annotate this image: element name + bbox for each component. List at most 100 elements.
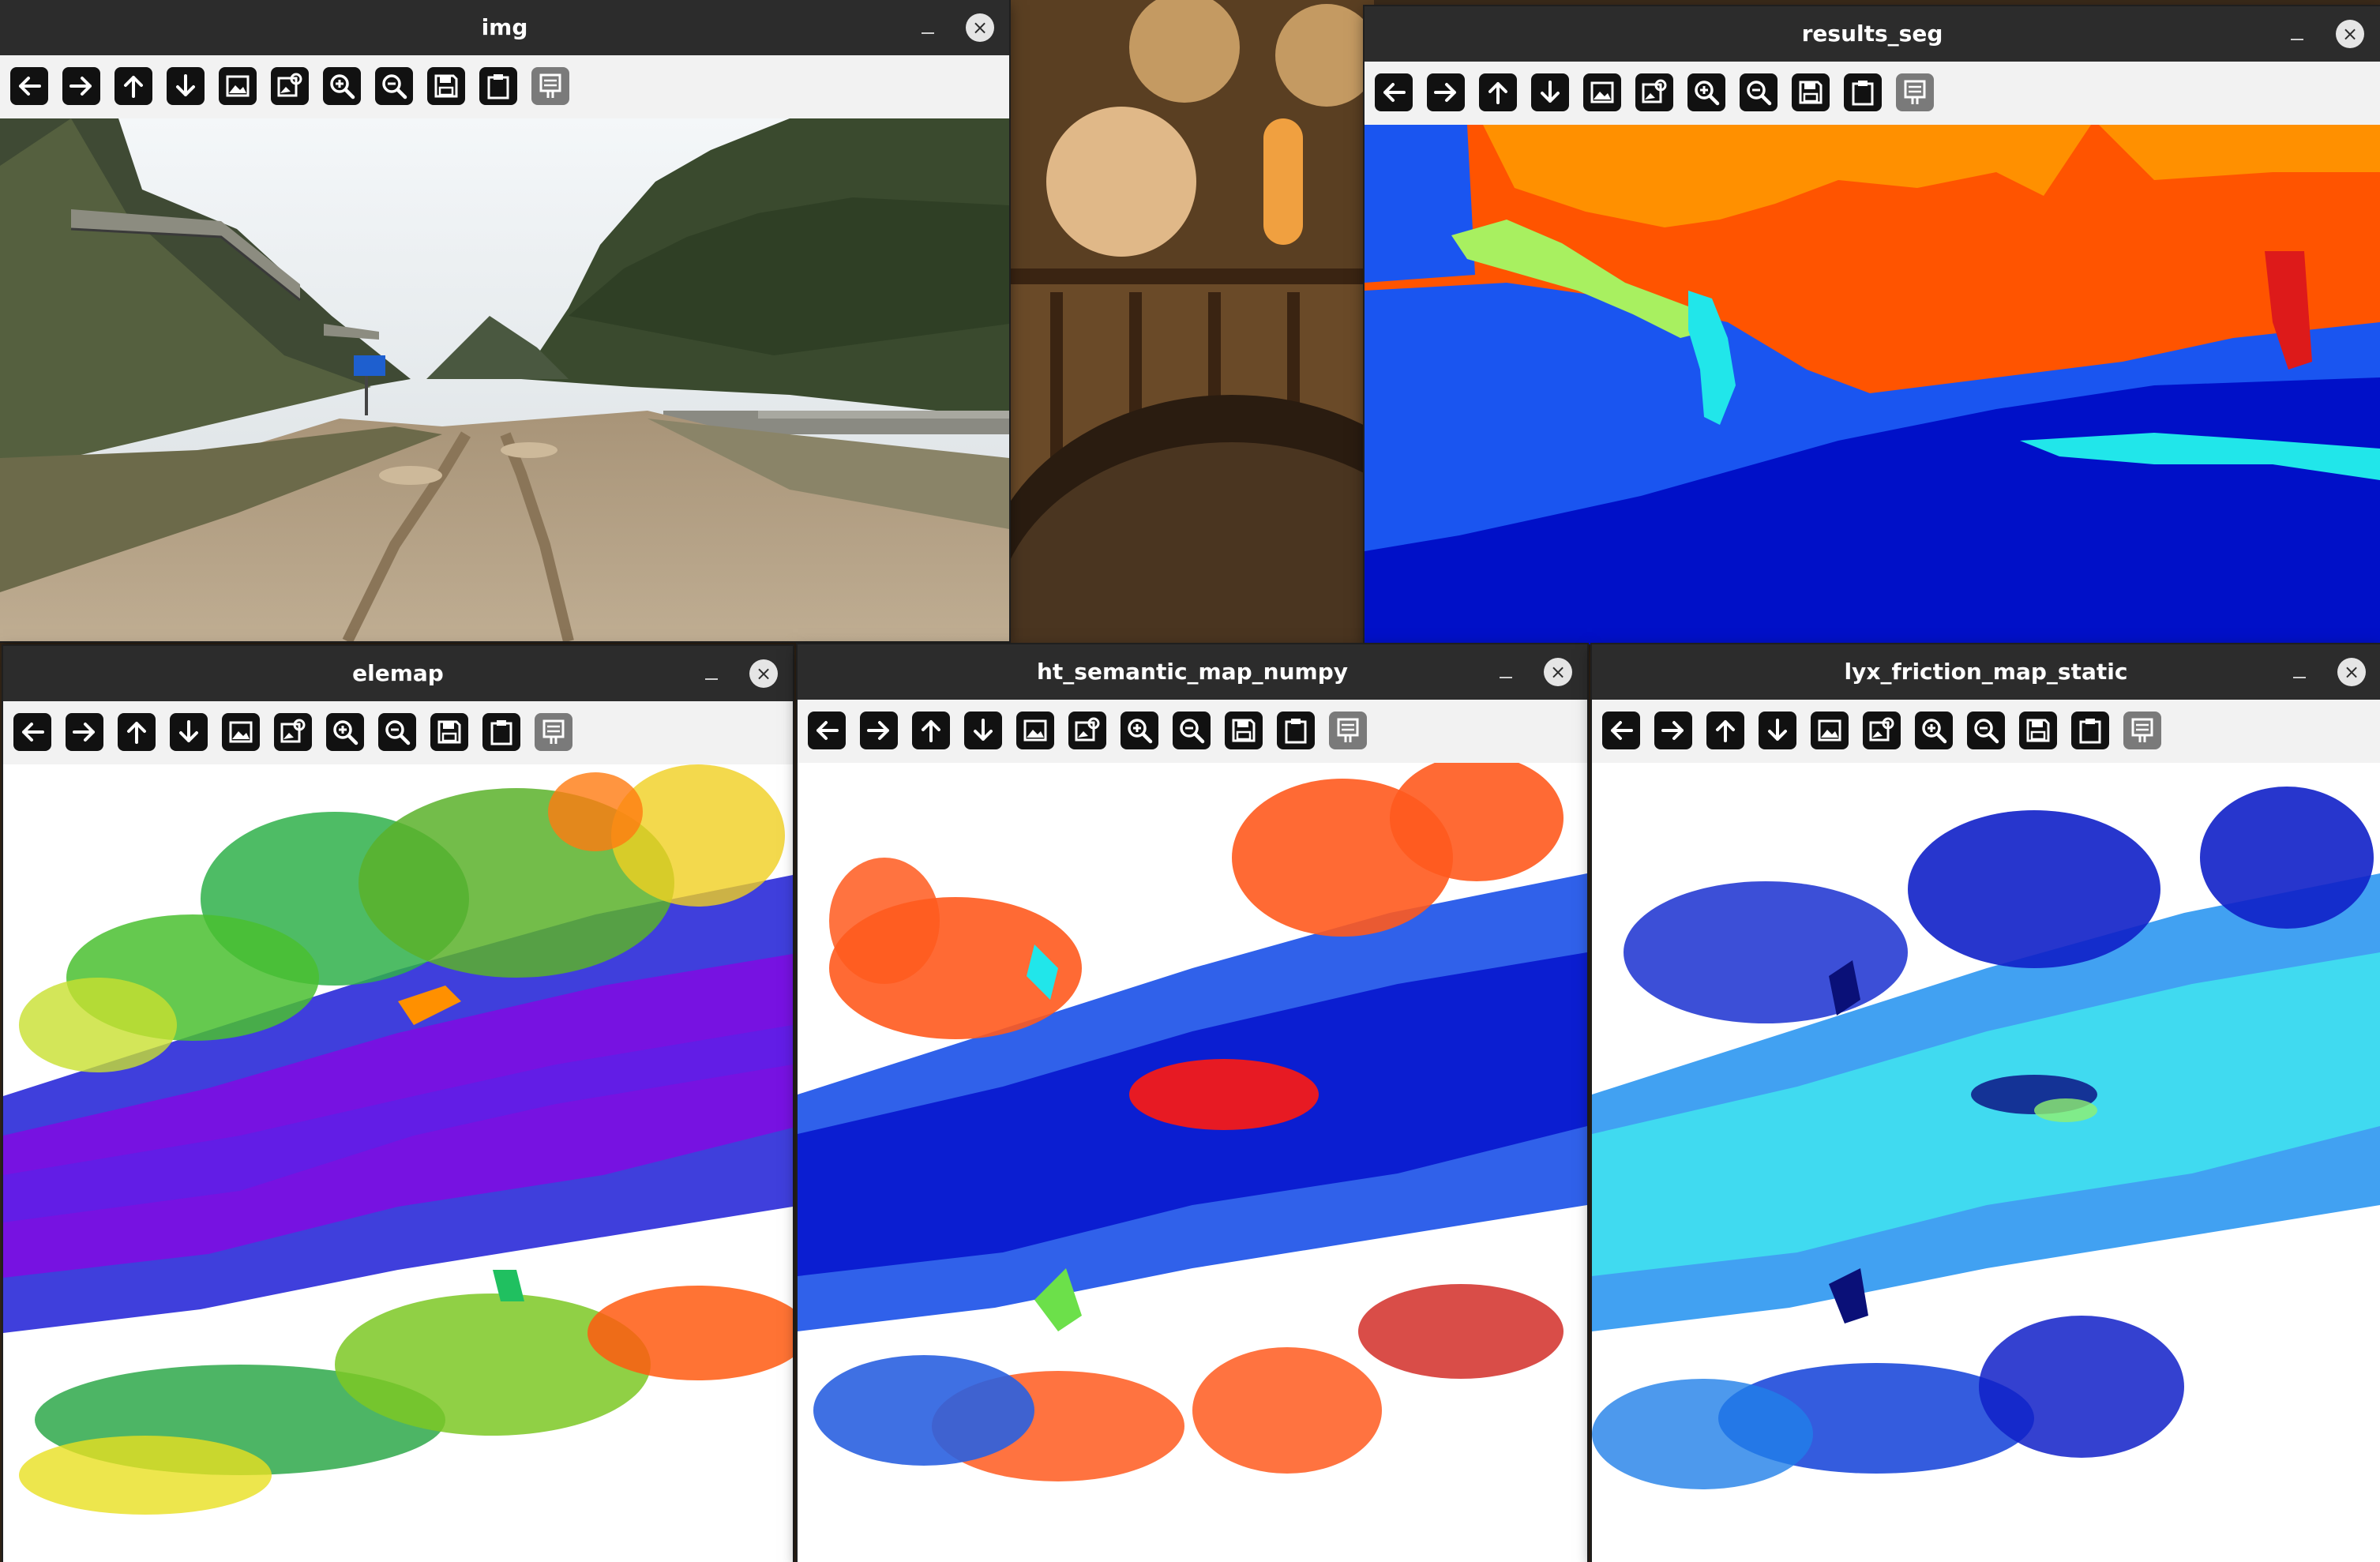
arrow-right-button[interactable] [65, 712, 104, 752]
minimize-button[interactable] [698, 660, 725, 687]
window-results-seg[interactable]: results_seg × [1365, 6, 2380, 644]
window-semantic-map[interactable]: ht_semantic_map_numpy × [798, 644, 1587, 1562]
titlebar[interactable]: img × [0, 0, 1009, 55]
arrow-down-button[interactable] [1758, 711, 1797, 750]
image-settings-button[interactable] [1635, 73, 1674, 112]
window-elemap[interactable]: elemap × [3, 646, 793, 1562]
zoom-out-icon [375, 67, 413, 105]
image-settings-icon [274, 713, 312, 751]
toolbar [1365, 62, 2380, 126]
close-button[interactable]: × [2336, 20, 2364, 48]
zoom-in-button[interactable] [325, 712, 365, 752]
arrow-left-button[interactable] [1374, 73, 1413, 112]
image-settings-button[interactable] [1862, 711, 1901, 750]
image-icon [219, 67, 257, 105]
arrow-left-icon [1602, 712, 1640, 749]
properties-button[interactable] [531, 66, 570, 106]
window-title: lyx_friction_map_static [1844, 659, 2128, 685]
save-icon [430, 713, 468, 751]
arrow-right-icon [1427, 73, 1465, 111]
zoom-in-button[interactable] [1687, 73, 1726, 112]
minimize-button[interactable] [914, 14, 941, 41]
arrow-down-button[interactable] [963, 711, 1003, 750]
save-button[interactable] [1224, 711, 1263, 750]
zoom-in-button[interactable] [1914, 711, 1954, 750]
clipboard-button[interactable] [2070, 711, 2110, 750]
clipboard-button[interactable] [482, 712, 521, 752]
titlebar[interactable]: elemap × [3, 646, 793, 701]
image-settings-button[interactable] [273, 712, 313, 752]
properties-icon [1329, 712, 1367, 749]
arrow-up-button[interactable] [1706, 711, 1745, 750]
arrow-down-button[interactable] [169, 712, 208, 752]
save-button[interactable] [2018, 711, 2058, 750]
close-button[interactable]: × [966, 13, 994, 42]
clipboard-button[interactable] [1843, 73, 1883, 112]
zoom-in-icon [323, 67, 361, 105]
zoom-in-button[interactable] [322, 66, 362, 106]
titlebar[interactable]: ht_semantic_map_numpy × [798, 644, 1587, 700]
zoom-out-button[interactable] [374, 66, 414, 106]
image-button[interactable] [1582, 73, 1622, 112]
properties-icon [531, 67, 569, 105]
titlebar[interactable]: results_seg × [1365, 6, 2380, 62]
zoom-out-button[interactable] [377, 712, 417, 752]
arrow-left-button[interactable] [807, 711, 847, 750]
arrow-up-button[interactable] [911, 711, 951, 750]
arrow-up-icon [118, 713, 156, 751]
arrow-left-button[interactable] [1601, 711, 1641, 750]
zoom-in-button[interactable] [1120, 711, 1159, 750]
clipboard-button[interactable] [479, 66, 518, 106]
zoom-out-button[interactable] [1739, 73, 1778, 112]
arrow-right-button[interactable] [859, 711, 899, 750]
arrow-up-button[interactable] [117, 712, 156, 752]
zoom-in-icon [1687, 73, 1725, 111]
minimize-button[interactable] [2284, 21, 2311, 47]
arrow-down-button[interactable] [166, 66, 205, 106]
arrow-left-button[interactable] [13, 712, 52, 752]
properties-icon [1896, 73, 1934, 111]
arrow-right-button[interactable] [1654, 711, 1693, 750]
save-button[interactable] [426, 66, 466, 106]
save-icon [2019, 712, 2057, 749]
properties-button[interactable] [534, 712, 573, 752]
arrow-up-icon [912, 712, 950, 749]
image-settings-button[interactable] [270, 66, 310, 106]
close-button[interactable]: × [2337, 658, 2366, 686]
save-button[interactable] [1791, 73, 1830, 112]
arrow-up-button[interactable] [1478, 73, 1518, 112]
zoom-out-button[interactable] [1172, 711, 1211, 750]
clipboard-button[interactable] [1276, 711, 1316, 750]
toolbar [3, 701, 793, 765]
titlebar[interactable]: lyx_friction_map_static × [1592, 644, 2380, 700]
save-button[interactable] [430, 712, 469, 752]
arrow-down-button[interactable] [1530, 73, 1570, 112]
arrow-right-button[interactable] [1426, 73, 1466, 112]
properties-button[interactable] [1328, 711, 1368, 750]
image-button[interactable] [1015, 711, 1055, 750]
properties-button[interactable] [2123, 711, 2162, 750]
properties-icon [2123, 712, 2161, 749]
arrow-up-button[interactable] [114, 66, 153, 106]
image-settings-button[interactable] [1068, 711, 1107, 750]
window-img[interactable]: img × [0, 0, 1009, 641]
close-button[interactable]: × [1544, 658, 1572, 686]
arrow-right-button[interactable] [62, 66, 101, 106]
minimize-button[interactable] [2286, 659, 2313, 685]
zoom-out-button[interactable] [1966, 711, 2006, 750]
minimize-button[interactable] [1492, 659, 1519, 685]
image-button[interactable] [1810, 711, 1849, 750]
window-title: img [481, 14, 528, 40]
arrow-left-button[interactable] [9, 66, 49, 106]
arrow-right-icon [62, 67, 100, 105]
properties-button[interactable] [1895, 73, 1935, 112]
zoom-in-icon [326, 713, 364, 751]
close-button[interactable]: × [749, 659, 778, 688]
image-button[interactable] [221, 712, 261, 752]
image-icon [1016, 712, 1054, 749]
clipboard-icon [1844, 73, 1882, 111]
image-button[interactable] [218, 66, 257, 106]
camera-image [0, 118, 1009, 641]
window-friction-map[interactable]: lyx_friction_map_static × [1592, 644, 2380, 1562]
arrow-left-icon [10, 67, 48, 105]
